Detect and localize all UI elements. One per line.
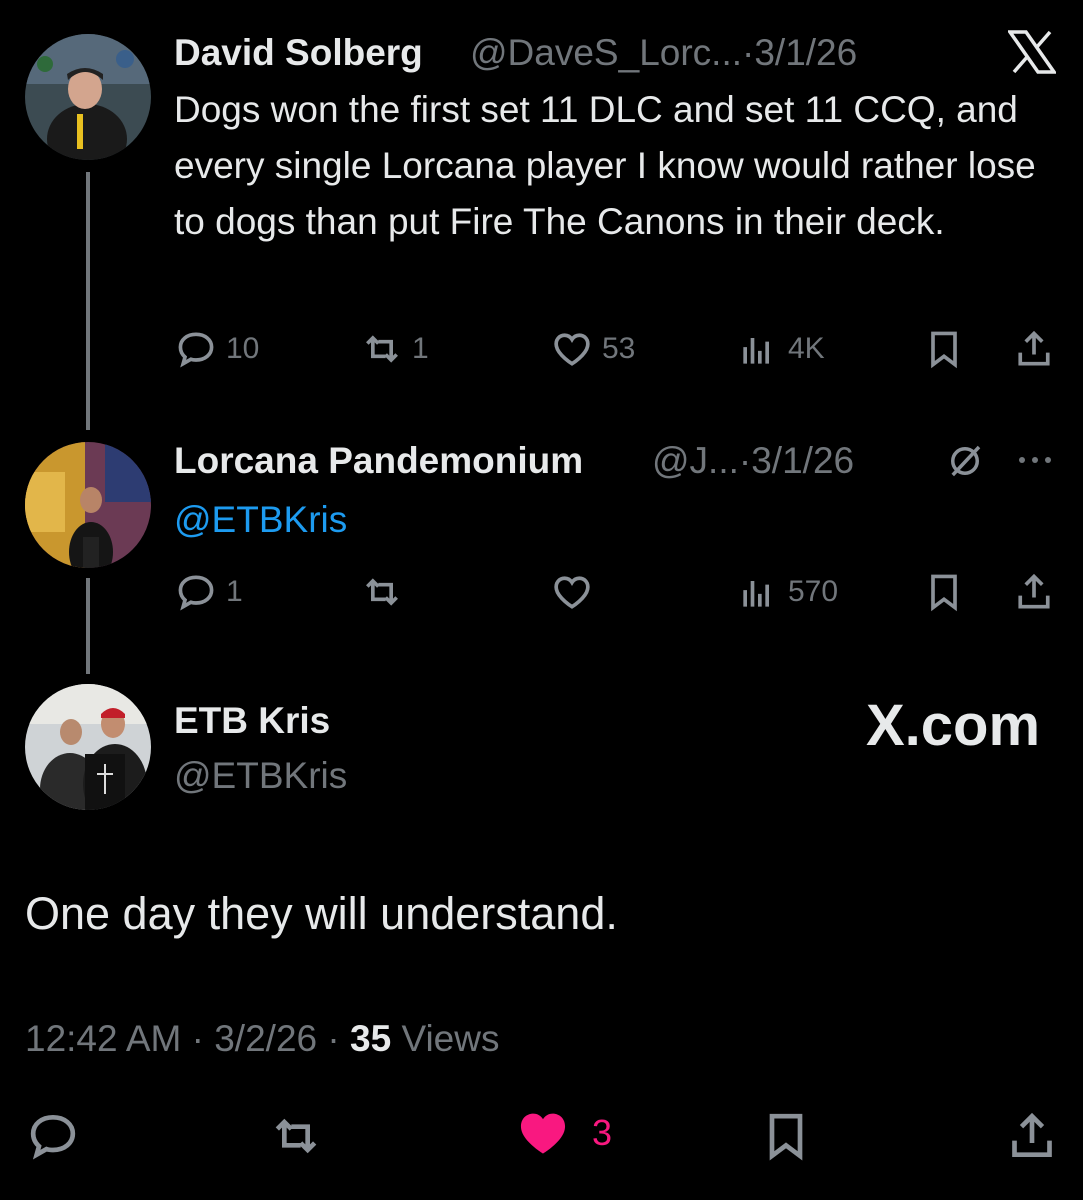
heart-icon (554, 576, 590, 609)
reply-icon (178, 332, 214, 368)
bookmark-icon (931, 574, 957, 612)
post-date[interactable]: 3/1/26 (754, 32, 857, 73)
views-count[interactable]: 35 (350, 1018, 391, 1059)
view-count: 4K (788, 332, 825, 365)
heart-filled-icon (520, 1113, 566, 1154)
share-icon (1018, 573, 1050, 609)
author-handle-date[interactable]: @J...·3/1/26 (652, 440, 854, 482)
like-count: 53 (602, 332, 636, 365)
brand-watermark: X.com (866, 693, 1041, 758)
author-handle-date[interactable]: @DaveS_Lorc...·3/1/26 (470, 32, 857, 74)
views-icon (743, 581, 769, 607)
avatar[interactable] (25, 684, 151, 810)
separator: · (738, 440, 752, 481)
repost-icon (366, 578, 398, 606)
tweet-text: Dogs won the first set 11 DLC and set 11… (174, 89, 1036, 242)
mention-link[interactable]: @ETBKris (174, 492, 347, 548)
thread-line (86, 172, 90, 430)
reply-button[interactable]: 1 (174, 570, 243, 614)
repost-icon (366, 335, 398, 363)
author-name[interactable]: David Solberg (174, 32, 423, 74)
post-date[interactable]: 3/1/26 (751, 440, 854, 481)
views-button[interactable]: 4K (736, 327, 825, 371)
bookmark-icon (931, 331, 957, 369)
views-label: Views (401, 1018, 500, 1059)
reply-icon (178, 575, 214, 611)
reply-icon (30, 1114, 76, 1160)
repost-button[interactable] (268, 1108, 324, 1164)
bookmark-button[interactable] (922, 570, 966, 614)
reply-button[interactable] (25, 1108, 81, 1164)
like-count: 3 (592, 1112, 613, 1153)
reply-button[interactable]: 10 (174, 327, 259, 371)
tweet-timestamp: 12:42 AM · 3/2/26 · 35 Views (25, 1018, 499, 1060)
share-button[interactable] (1012, 327, 1056, 371)
bookmark-button[interactable] (922, 327, 966, 371)
views-icon (743, 338, 769, 364)
grok-icon[interactable] (944, 440, 986, 487)
separator: · (327, 1018, 340, 1059)
heart-icon (554, 333, 590, 366)
avatar[interactable] (25, 34, 151, 160)
share-button[interactable] (1012, 570, 1056, 614)
bookmark-button[interactable] (758, 1108, 814, 1164)
views-button[interactable]: 570 (736, 570, 838, 614)
author-name[interactable]: ETB Kris (174, 700, 330, 742)
repost-button[interactable] (360, 570, 412, 614)
repost-count: 1 (412, 332, 429, 365)
x-logo-icon (1006, 30, 1058, 79)
reply-count: 1 (226, 575, 243, 608)
like-button[interactable]: 3 (514, 1104, 612, 1162)
thread-line (86, 578, 90, 674)
separator: · (742, 32, 755, 73)
share-icon (1018, 330, 1050, 366)
view-count: 570 (788, 575, 839, 608)
share-button[interactable] (1004, 1108, 1060, 1164)
more-icon[interactable] (1016, 450, 1056, 475)
author-handle[interactable]: @DaveS_Lorc... (470, 32, 742, 73)
repost-button[interactable]: 1 (360, 327, 429, 371)
avatar[interactable] (25, 442, 151, 568)
separator: · (191, 1018, 204, 1059)
reply-count: 10 (226, 332, 260, 365)
author-name[interactable]: Lorcana Pandemonium (174, 440, 583, 482)
bookmark-icon (769, 1113, 803, 1161)
tweet-text: One day they will understand. (25, 888, 618, 939)
post-time[interactable]: 12:42 AM (25, 1018, 181, 1059)
repost-icon (275, 1118, 317, 1154)
author-handle[interactable]: @J... (652, 440, 739, 481)
like-button[interactable]: 53 (550, 327, 635, 371)
post-date[interactable]: 3/2/26 (214, 1018, 317, 1059)
like-button[interactable] (550, 570, 602, 614)
share-icon (1012, 1112, 1052, 1157)
author-handle[interactable]: @ETBKris (174, 755, 347, 797)
